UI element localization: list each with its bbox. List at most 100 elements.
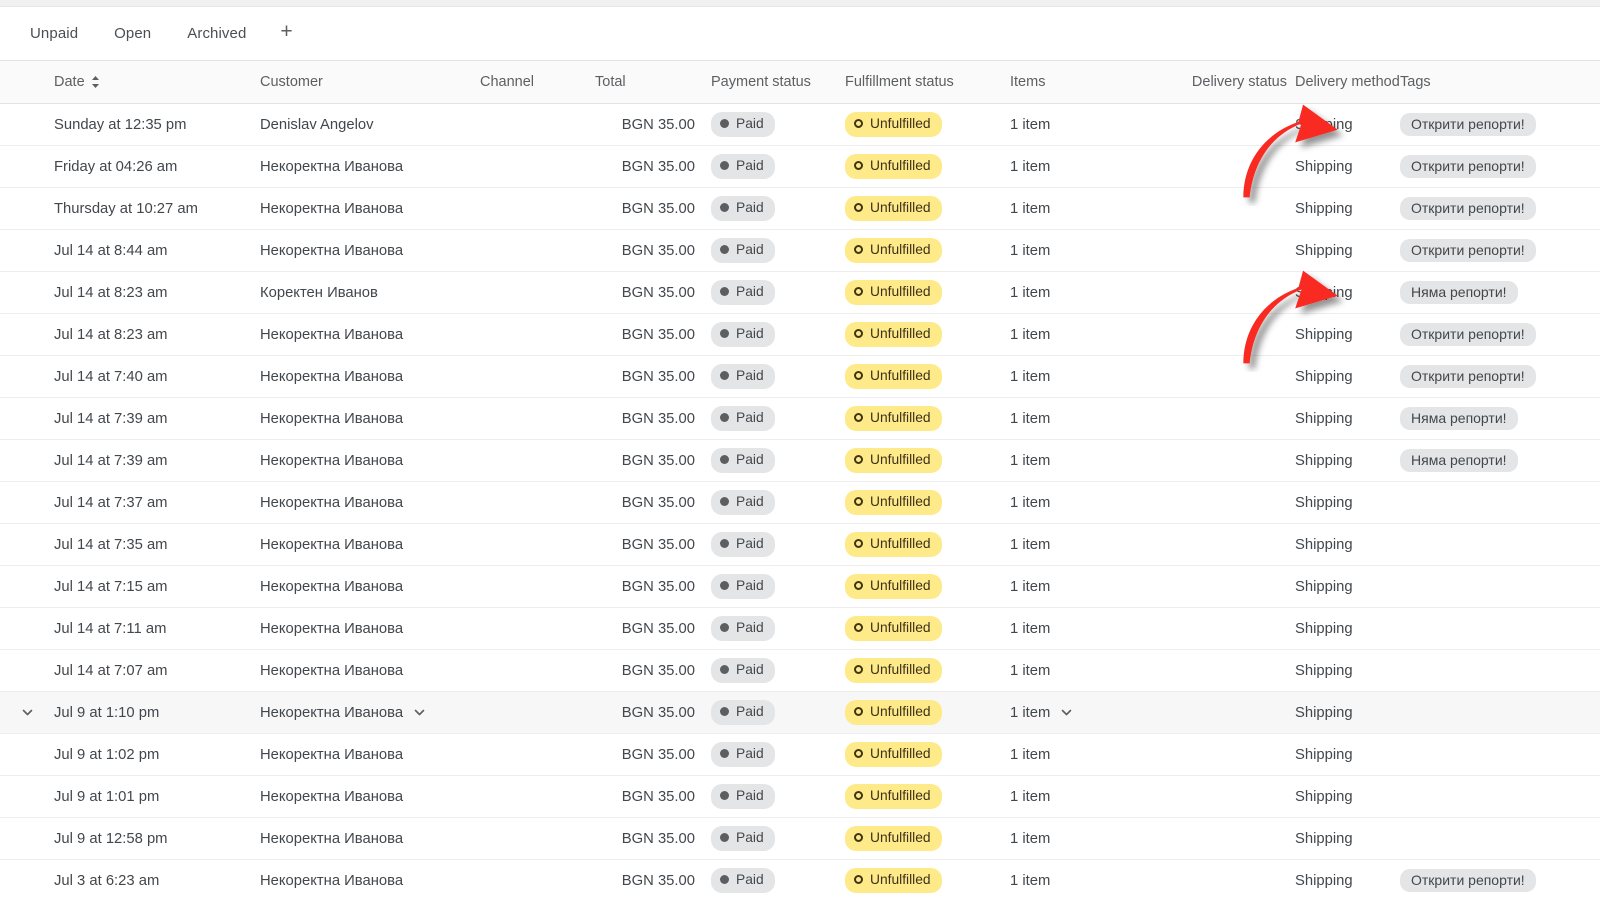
table-row[interactable]: Jul 9 at 12:58 pm Некоректна Иванова BGN 3… <box>0 818 1600 860</box>
tab-archived[interactable]: Archived <box>171 19 262 48</box>
cell-delivery-method: Shipping <box>1295 159 1400 175</box>
order-tag[interactable]: Открити репорти! <box>1400 869 1536 892</box>
column-header-payment-status[interactable]: Payment status <box>695 74 845 90</box>
cell-tags: Открити репорти! <box>1400 113 1600 136</box>
cell-total: BGN 35.00 <box>580 327 695 343</box>
payment-status-label: Paid <box>736 536 764 552</box>
table-row[interactable]: Jul 14 at 8:23 am Коректен Иванов BGN 35.0… <box>0 272 1600 314</box>
filled-circle-icon <box>720 119 729 129</box>
tab-unpaid[interactable]: Unpaid <box>14 19 94 48</box>
column-header-fulfillment-status[interactable]: Fulfillment status <box>845 74 1010 90</box>
cell-customer: Denislav Angelov <box>260 117 480 133</box>
order-date: Jul 9 at 1:01 pm <box>54 788 160 805</box>
chevron-down-icon[interactable] <box>21 706 34 719</box>
fulfillment-status-badge: Unfulfilled <box>845 280 942 305</box>
order-tag[interactable]: Открити репорти! <box>1400 365 1536 388</box>
order-date: Jul 14 at 8:44 am <box>54 242 168 259</box>
cell-customer: Некоректна Иванова <box>260 831 480 847</box>
fulfillment-status-badge: Unfulfilled <box>845 700 942 725</box>
table-row[interactable]: Jul 14 at 7:11 am Некоректна Иванова BGN 3… <box>0 608 1600 650</box>
sort-by-date[interactable]: Date <box>54 74 100 90</box>
table-row[interactable]: Jul 14 at 7:40 am Некоректна Иванова BGN 3… <box>0 356 1600 398</box>
column-header-tags[interactable]: Tags <box>1400 74 1600 90</box>
payment-status-badge: Paid <box>711 868 775 893</box>
table-row[interactable]: Jul 14 at 7:37 am Некоректна Иванова BGN 3… <box>0 482 1600 524</box>
column-header-delivery-status[interactable]: Delivery status <box>1170 74 1295 90</box>
table-row[interactable]: Jul 9 at 1:01 pm Некоректна Иванова BGN 35… <box>0 776 1600 818</box>
order-tag[interactable]: Открити репорти! <box>1400 155 1536 178</box>
cell-items: 1 item <box>1010 621 1170 637</box>
column-header-channel[interactable]: Channel <box>480 74 580 90</box>
table-row[interactable]: Jul 14 at 8:44 am Некоректна Иванова BGN 3… <box>0 230 1600 272</box>
cell-customer: Некоректна Иванова <box>260 789 480 805</box>
fulfillment-status-badge: Unfulfilled <box>845 532 942 557</box>
order-tag[interactable]: Открити репорти! <box>1400 197 1536 220</box>
order-tag[interactable]: Открити репорти! <box>1400 239 1536 262</box>
order-total: BGN 35.00 <box>621 788 695 805</box>
order-date: Jul 14 at 8:23 am <box>54 284 168 301</box>
order-tag[interactable]: Открити репорти! <box>1400 323 1536 346</box>
cell-customer: Некоректна Иванова <box>260 495 480 511</box>
customer-chevron-down-icon[interactable] <box>413 706 426 719</box>
column-header-items[interactable]: Items <box>1010 74 1170 90</box>
table-row[interactable]: Jul 14 at 7:39 am Некоректна Иванова BGN 3… <box>0 398 1600 440</box>
add-view-button[interactable]: + <box>266 19 306 48</box>
delivery-method: Shipping <box>1295 452 1353 469</box>
cell-fulfillment-status: Unfulfilled <box>845 448 1010 473</box>
circle-outline-icon <box>854 329 863 339</box>
order-tag[interactable]: Няма репорти! <box>1400 281 1518 304</box>
cell-tags: Открити репорти! <box>1400 197 1600 220</box>
cell-date: Jul 14 at 7:11 am <box>54 621 260 637</box>
table-row[interactable]: Jul 14 at 8:23 am Некоректна Иванова BGN 3… <box>0 314 1600 356</box>
cell-delivery-method: Shipping <box>1295 327 1400 343</box>
table-row[interactable]: Jul 14 at 7:07 am Некоректна Иванова BGN 3… <box>0 650 1600 692</box>
cell-payment-status: Paid <box>695 490 845 515</box>
table-row[interactable]: Jul 14 at 7:35 am Некоректна Иванова BGN 3… <box>0 524 1600 566</box>
table-row[interactable]: Jul 14 at 7:39 am Некоректна Иванова BGN 3… <box>0 440 1600 482</box>
circle-outline-icon <box>854 581 863 591</box>
fulfillment-status-badge: Unfulfilled <box>845 826 942 851</box>
column-header-customer[interactable]: Customer <box>260 74 480 90</box>
cell-tags: Открити репорти! <box>1400 239 1600 262</box>
table-row[interactable]: Jul 14 at 7:15 am Некоректна Иванова BGN 3… <box>0 566 1600 608</box>
payment-status-label: Paid <box>736 284 764 300</box>
order-date: Jul 14 at 7:39 am <box>54 410 168 427</box>
circle-outline-icon <box>854 749 863 759</box>
cell-date: Jul 9 at 1:02 pm <box>54 747 260 763</box>
delivery-method: Shipping <box>1295 578 1353 595</box>
order-tag[interactable]: Няма репорти! <box>1400 407 1518 430</box>
delivery-method: Shipping <box>1295 620 1353 637</box>
table-row[interactable]: Sunday at 12:35 pm Denislav Angelov BGN 35… <box>0 104 1600 146</box>
column-header-total[interactable]: Total <box>580 74 695 90</box>
order-total: BGN 35.00 <box>621 872 695 889</box>
items-chevron-down-icon[interactable] <box>1060 706 1073 719</box>
filled-circle-icon <box>720 329 729 339</box>
order-tag[interactable]: Открити репорти! <box>1400 113 1536 136</box>
payment-status-badge: Paid <box>711 238 775 263</box>
row-expand-toggle[interactable] <box>0 706 54 719</box>
tab-open[interactable]: Open <box>98 19 167 48</box>
fulfillment-status-label: Unfulfilled <box>870 578 931 594</box>
order-total: BGN 35.00 <box>621 620 695 637</box>
column-header-delivery-method-label: Delivery method <box>1295 74 1400 90</box>
table-row[interactable]: Thursday at 10:27 am Некоректна Иванова BG… <box>0 188 1600 230</box>
customer-name: Некоректна Иванова <box>260 704 404 721</box>
table-row[interactable]: Friday at 04:26 am Некоректна Иванова BGN … <box>0 146 1600 188</box>
circle-outline-icon <box>854 791 863 801</box>
cell-items: 1 item <box>1010 495 1170 511</box>
order-total: BGN 35.00 <box>621 452 695 469</box>
cell-customer: Некоректна Иванова <box>260 747 480 763</box>
payment-status-label: Paid <box>736 662 764 678</box>
circle-outline-icon <box>854 623 863 633</box>
table-row[interactable]: Jul 3 at 6:23 am Некоректна Иванова BGN 35… <box>0 860 1600 900</box>
fulfillment-status-badge: Unfulfilled <box>845 784 942 809</box>
cell-payment-status: Paid <box>695 742 845 767</box>
table-row[interactable]: Jul 9 at 1:10 pm Некоректна Иванова BGN 35… <box>0 692 1600 734</box>
order-date: Jul 9 at 1:02 pm <box>54 746 160 763</box>
column-header-total-label: Total <box>595 74 626 90</box>
table-row[interactable]: Jul 9 at 1:02 pm Некоректна Иванова BGN 35… <box>0 734 1600 776</box>
order-tag[interactable]: Няма репорти! <box>1400 449 1518 472</box>
column-header-date[interactable]: Date <box>54 74 260 90</box>
column-header-delivery-method[interactable]: Delivery method <box>1295 74 1400 90</box>
customer-name: Некоректна Иванова <box>260 620 404 637</box>
